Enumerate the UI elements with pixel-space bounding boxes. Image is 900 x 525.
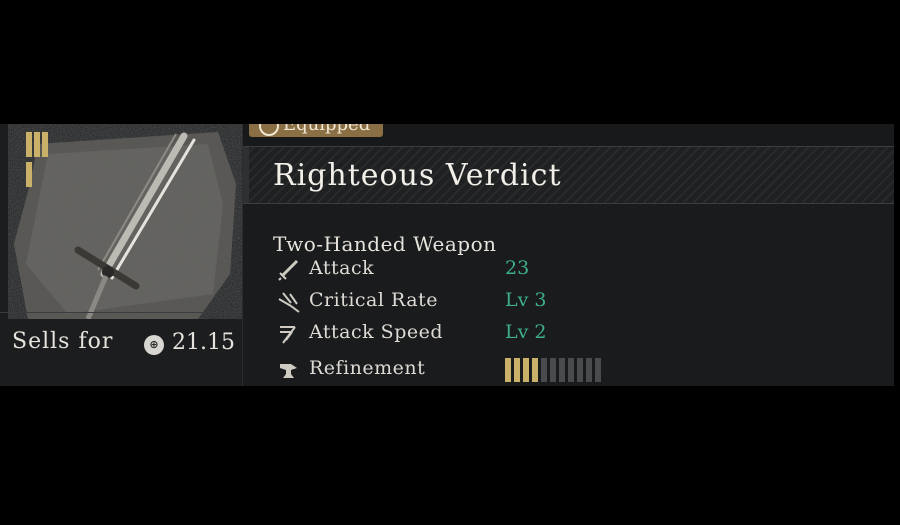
stat-refinement: Refinement (273, 356, 873, 384)
refinement-pip-filled (505, 358, 511, 382)
sell-value: 21.15 (172, 330, 235, 355)
anvil-icon (280, 364, 297, 378)
stat-value: Lv 2 (505, 321, 547, 343)
refinement-pip-empty (550, 358, 556, 382)
stat-critical-rate: Critical Rate Lv 3 (273, 288, 873, 316)
stat-value: 23 (505, 257, 530, 279)
refinement-pip-empty (541, 358, 547, 382)
stat-label: Critical Rate (309, 289, 438, 311)
refinement-pip-filled (523, 358, 529, 382)
critical-icon (278, 292, 300, 313)
refinement-pip-empty (568, 358, 574, 382)
equipped-badge: Equipped (249, 124, 383, 137)
item-details-panel: Righteous Verdict Two-Handed Weapon Atta… (243, 146, 894, 386)
equipped-icon (259, 124, 279, 136)
sword-icon (278, 259, 299, 281)
stat-label: Attack Speed (309, 321, 444, 343)
item-type: Two-Handed Weapon (273, 232, 497, 256)
speed-icon (280, 326, 296, 344)
refinement-pip-empty (586, 358, 592, 382)
item-preview-panel: Sells for ⊕ 21.15 (0, 124, 243, 386)
refinement-pip-empty (577, 358, 583, 382)
sell-price-row: Sells for ⊕ 21.15 (0, 312, 242, 373)
sell-label: Sells for (12, 329, 114, 354)
stat-attack-speed: Attack Speed Lv 2 (273, 320, 873, 348)
refinement-pip-empty (595, 358, 601, 382)
refinement-bar (505, 358, 601, 382)
item-title: Righteous Verdict (273, 158, 562, 193)
rarity-marks-icon (26, 132, 56, 192)
equipped-label: Equipped (283, 124, 371, 135)
stat-attack: Attack 23 (273, 256, 873, 284)
coin-icon: ⊕ (144, 335, 164, 355)
refinement-label: Refinement (309, 357, 426, 379)
refinement-pip-filled (532, 358, 538, 382)
item-tooltip: Sells for ⊕ 21.15 Righteous Verdict Two-… (0, 124, 894, 386)
refinement-pip-empty (559, 358, 565, 382)
stat-label: Attack (309, 257, 375, 279)
stat-value: Lv 3 (505, 289, 547, 311)
refinement-pip-filled (514, 358, 520, 382)
title-bar: Righteous Verdict (243, 146, 894, 204)
screen: Sells for ⊕ 21.15 Righteous Verdict Two-… (0, 0, 900, 525)
